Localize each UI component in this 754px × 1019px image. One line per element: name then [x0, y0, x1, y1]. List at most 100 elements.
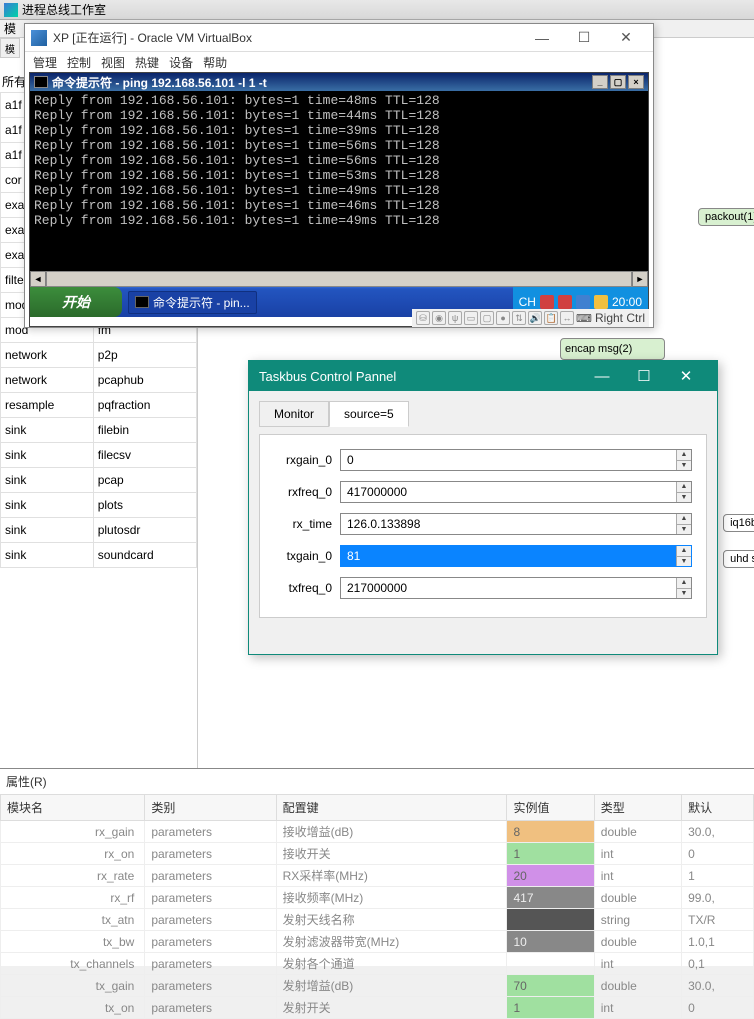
step-down-button[interactable]: ▼ — [677, 461, 691, 471]
menu-item[interactable]: 视图 — [101, 54, 125, 70]
hostkey-hint: ⌨ Right Ctrl — [576, 311, 645, 325]
tray-network-icon[interactable] — [576, 295, 590, 309]
node-iq16b[interactable]: iq16b — [723, 514, 754, 532]
minimize-button[interactable]: — — [521, 25, 563, 51]
main-titlebar[interactable]: 进程总线工作室 — [0, 0, 754, 20]
param-label: rxgain_0 — [274, 453, 340, 467]
tray-alert-icon[interactable] — [540, 295, 554, 309]
tb-titlebar[interactable]: Taskbus Control Pannel — ☐ ✕ — [249, 361, 717, 391]
property-row[interactable]: tx_channelsparameters发射各个通道int0,1 — [1, 953, 754, 975]
module-row[interactable]: sinkplots — [1, 493, 197, 518]
property-row[interactable]: tx_gainparameters发射增益(dB)70double30.0, — [1, 975, 754, 997]
property-row[interactable]: rx_onparameters接收开关1int0 — [1, 843, 754, 865]
step-up-button[interactable]: ▲ — [677, 578, 691, 589]
spinbox[interactable]: ▲▼ — [340, 481, 692, 503]
spinbox[interactable]: ▲▼ — [340, 513, 692, 535]
param-input[interactable] — [341, 482, 676, 502]
tray-shield-icon[interactable] — [558, 295, 572, 309]
property-cell: 发射天线名称 — [276, 909, 507, 931]
tray-volume-icon[interactable] — [594, 295, 608, 309]
column-header[interactable]: 实例值 — [507, 795, 594, 821]
property-cell: parameters — [145, 821, 276, 843]
column-header[interactable]: 类型 — [594, 795, 681, 821]
property-row[interactable]: rx_rateparametersRX采样率(MHz)20int1 — [1, 865, 754, 887]
taskbus-window[interactable]: Taskbus Control Pannel — ☐ ✕ Monitor sou… — [248, 360, 718, 655]
node-uhds[interactable]: uhd s — [723, 550, 754, 568]
module-row[interactable]: sinkfilebin — [1, 418, 197, 443]
module-cell: filebin — [93, 418, 196, 443]
vb-titlebar[interactable]: XP [正在运行] - Oracle VM VirtualBox — ☐ ✕ — [25, 24, 653, 52]
step-down-button[interactable]: ▼ — [677, 589, 691, 599]
param-input[interactable] — [341, 546, 676, 566]
property-cell: 20 — [507, 865, 594, 887]
step-up-button[interactable]: ▲ — [677, 514, 691, 525]
tray-lang[interactable]: CH — [519, 295, 536, 309]
module-row[interactable]: resamplepqfraction — [1, 393, 197, 418]
column-header[interactable]: 默认 — [682, 795, 754, 821]
menu-item[interactable]: 热键 — [135, 54, 159, 70]
module-row[interactable]: networkpcaphub — [1, 368, 197, 393]
guest-display[interactable]: 命令提示符 - ping 192.168.56.101 -l 1 -t _ ▢ … — [29, 72, 649, 327]
property-row[interactable]: rx_rfparameters接收频率(MHz)417double99.0, — [1, 887, 754, 909]
module-row[interactable]: sinkpcap — [1, 468, 197, 493]
side-tab[interactable]: 模 — [0, 38, 20, 58]
node-packout[interactable]: packout(1) — [698, 208, 754, 226]
column-header[interactable]: 配置键 — [276, 795, 507, 821]
param-label: txfreq_0 — [274, 581, 340, 595]
step-up-button[interactable]: ▲ — [677, 546, 691, 557]
menu-item[interactable]: 控制 — [67, 54, 91, 70]
spinbox[interactable]: ▲▼ — [340, 449, 692, 471]
menu-item[interactable]: 设备 — [169, 54, 193, 70]
property-row[interactable]: tx_atnparameters发射天线名称stringTX/R — [1, 909, 754, 931]
column-header[interactable]: 模块名 — [1, 795, 145, 821]
module-row[interactable]: sinksoundcard — [1, 543, 197, 568]
property-cell: string — [594, 909, 681, 931]
cmd-scrollbar[interactable]: ◄ ► — [30, 271, 648, 287]
module-cell: sink — [1, 543, 94, 568]
cmd-maximize-button[interactable]: ▢ — [610, 75, 626, 89]
property-row[interactable]: tx_onparameters发射开关1int0 — [1, 997, 754, 1019]
tb-frame: rxgain_0▲▼rxfreq_0▲▼rx_time▲▼txgain_0▲▼t… — [259, 434, 707, 618]
tab-monitor[interactable]: Monitor — [259, 401, 329, 427]
maximize-button[interactable]: ☐ — [563, 25, 605, 51]
step-up-button[interactable]: ▲ — [677, 450, 691, 461]
tray-clock[interactable]: 20:00 — [612, 295, 642, 309]
status-usb-icon: ψ — [448, 311, 462, 325]
cmd-minimize-button[interactable]: _ — [592, 75, 608, 89]
virtualbox-window[interactable]: XP [正在运行] - Oracle VM VirtualBox — ☐ ✕ 管… — [24, 23, 654, 328]
tab-source[interactable]: source=5 — [329, 401, 409, 427]
module-cell: pqfraction — [93, 393, 196, 418]
spinbox[interactable]: ▲▼ — [340, 545, 692, 567]
tb-maximize-button[interactable]: ☐ — [623, 361, 665, 391]
menu-item[interactable]: 管理 — [33, 54, 57, 70]
tb-minimize-button[interactable]: — — [581, 361, 623, 391]
cmd-titlebar[interactable]: 命令提示符 - ping 192.168.56.101 -l 1 -t _ ▢ … — [30, 73, 648, 91]
step-down-button[interactable]: ▼ — [677, 493, 691, 503]
scroll-right-icon[interactable]: ► — [632, 271, 648, 287]
close-button[interactable]: ✕ — [605, 25, 647, 51]
property-row[interactable]: rx_gainparameters接收增益(dB)8double30.0, — [1, 821, 754, 843]
scroll-track[interactable] — [46, 271, 632, 287]
tb-close-button[interactable]: ✕ — [665, 361, 707, 391]
module-cell: sink — [1, 493, 94, 518]
property-row[interactable]: tx_bwparameters发射滤波器带宽(MHz)10double1.0,1 — [1, 931, 754, 953]
scroll-left-icon[interactable]: ◄ — [30, 271, 46, 287]
module-row[interactable]: networkp2p — [1, 343, 197, 368]
module-row[interactable]: sinkplutosdr — [1, 518, 197, 543]
property-cell: parameters — [145, 931, 276, 953]
cmd-close-button[interactable]: × — [628, 75, 644, 89]
module-row[interactable]: sinkfilecsv — [1, 443, 197, 468]
menu-item[interactable]: 帮助 — [203, 54, 227, 70]
param-input[interactable] — [341, 514, 676, 534]
param-input[interactable] — [341, 450, 676, 470]
app-icon — [4, 3, 18, 17]
start-button[interactable]: 开始 — [30, 287, 122, 317]
step-up-button[interactable]: ▲ — [677, 482, 691, 493]
column-header[interactable]: 类别 — [145, 795, 276, 821]
param-input[interactable] — [341, 578, 676, 598]
node-encap[interactable]: encap msg(2) — [560, 338, 665, 360]
taskbar-item-cmd[interactable]: 命令提示符 - pin... — [128, 291, 257, 314]
spinbox[interactable]: ▲▼ — [340, 577, 692, 599]
step-down-button[interactable]: ▼ — [677, 557, 691, 567]
step-down-button[interactable]: ▼ — [677, 525, 691, 535]
